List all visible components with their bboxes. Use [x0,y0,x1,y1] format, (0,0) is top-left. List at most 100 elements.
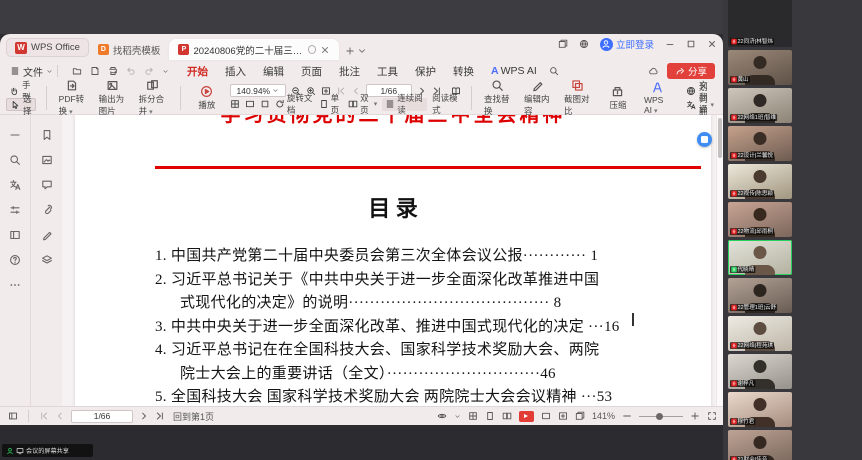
presentation-play-button[interactable] [519,411,534,422]
single-page-button[interactable]: 单页 [319,92,343,116]
tab-list-chevron-icon[interactable] [357,46,367,56]
split-merge-button[interactable]: 拆分合并 ▾ [136,83,170,112]
bookmark-icon[interactable] [41,129,53,141]
page-indicator[interactable]: 1/66 [71,410,133,423]
menu-item-3[interactable]: 页面 [301,64,322,79]
save-icon[interactable] [90,66,100,76]
find-replace-button[interactable]: 查找替换 [481,83,515,112]
print-icon[interactable] [108,66,118,76]
login-button[interactable]: 立即登录 [600,37,654,51]
participant-tile[interactable]: 代晓晴 [728,240,792,275]
participant-tile[interactable]: 22网络|程苑琪 [728,316,792,351]
assistant-fab-button[interactable] [697,132,712,147]
double-page-button[interactable]: 双页▾ [348,92,377,116]
menu-item-2[interactable]: 编辑 [263,64,284,79]
document-canvas[interactable]: 学习贯彻党的二十届三中全会精神 目 录 1. 中国共产党第二十届中央委员会第三次… [62,115,723,406]
screen-share-indicator[interactable]: 会议的屏幕共享 [2,444,93,457]
menu-item-6[interactable]: 保护 [415,64,436,79]
minimize-icon[interactable] [665,39,675,49]
read-mode-button[interactable]: 阅读模式 [432,92,461,116]
document-page[interactable]: 学习贯彻党的二十届三中全会精神 目 录 1. 中国共产党第二十届中央委员会第三次… [75,115,711,406]
participant-tile[interactable]: 穆竹君 [728,392,792,427]
participant-tile[interactable]: 谢梓凡 [728,354,792,389]
quick-access-chevron-icon[interactable] [162,68,169,75]
vertical-scrollbar[interactable] [716,115,723,406]
screenshot-compare-button[interactable]: 截图对比 [561,83,595,112]
export-image-button[interactable]: 输出为图片 [96,83,130,112]
translate-icon[interactable] [9,179,21,191]
participant-tile[interactable]: 22管理1班|云舒 [728,278,792,313]
cloud-sync-icon[interactable] [648,66,658,76]
select-tool-button[interactable]: 选择 [6,98,36,111]
search-menu-icon[interactable] [549,66,559,76]
search-icon[interactable] [9,154,21,166]
double-page-icon[interactable] [502,411,512,421]
participant-tile[interactable]: 22同济|林智炜 [728,12,792,47]
first-page-icon[interactable] [39,411,49,421]
fit-page-icon[interactable] [468,411,478,421]
back-to-first-link[interactable]: 回到第1页 [173,410,214,423]
fit-width-icon[interactable] [541,411,551,421]
participant-tile[interactable]: 22物流|邱雨桐 [728,202,792,237]
eye-protect-icon[interactable] [437,411,447,421]
more-icon[interactable] [9,279,21,291]
participant-tile[interactable]: 黄山 [728,50,792,85]
actual-size-icon[interactable] [260,99,270,109]
fit-width-icon[interactable] [245,99,255,109]
new-tab-icon[interactable] [345,46,355,56]
pdf-convert-button[interactable]: PDF转换 ▾ [56,83,90,112]
fit-window-icon[interactable] [558,411,568,421]
settings-icon[interactable] [9,204,21,216]
open-file-icon[interactable] [72,66,82,76]
annotate-icon[interactable] [41,229,53,241]
menu-item-1[interactable]: 插入 [225,64,246,79]
toggle-sidebar-icon[interactable] [8,411,18,421]
participant-tile[interactable]: 21财会|佳音 [728,430,792,460]
fullscreen-icon[interactable] [707,411,717,421]
continuous-read-button[interactable]: 连续阅读 [382,98,427,111]
next-page-icon[interactable] [139,411,149,421]
last-page-icon[interactable] [155,411,165,421]
tab-document[interactable]: P 20240806党的二十届三中全 [169,39,339,60]
menu-item-8[interactable]: AWPS AI [491,65,537,77]
maximize-icon[interactable] [686,39,696,49]
single-page-icon[interactable] [485,411,495,421]
zoom-slider[interactable] [639,416,683,417]
layers-icon[interactable] [41,254,53,266]
close-tab-icon[interactable] [320,45,330,55]
prev-page-icon[interactable] [55,411,65,421]
fit-page-icon[interactable] [230,99,240,109]
compress-button[interactable]: 压缩 [601,83,635,112]
zoom-out-icon[interactable] [622,411,632,421]
home-tab[interactable]: W WPS Office [6,38,89,57]
collapse-icon[interactable] [9,129,21,141]
play-button[interactable]: 播放 [190,83,224,112]
participant-tile[interactable]: 22网络1班|智维 [728,88,792,123]
wps-ai-button[interactable]: WPS AI ▾ [641,83,675,112]
workspace-icon[interactable] [558,39,568,49]
word-translate-button[interactable]: 划词翻译▾ [683,98,717,111]
multi-view-icon[interactable] [575,411,585,421]
close-window-icon[interactable] [707,39,717,49]
participant-tile[interactable]: 22设计|兰馨悦 [728,126,792,161]
scrollbar-thumb[interactable] [718,118,722,158]
thumbnail-icon[interactable] [41,154,53,166]
comment-icon[interactable] [41,179,53,191]
zoom-slider-handle[interactable] [656,413,663,420]
menu-item-7[interactable]: 转换 [453,64,474,79]
rotate-button[interactable]: 旋转文档 [275,92,314,116]
menu-item-4[interactable]: 批注 [339,64,360,79]
participant-tile[interactable]: 22视传|陈思颖 [728,164,792,199]
network-icon[interactable] [579,39,589,49]
menu-item-5[interactable]: 工具 [377,64,398,79]
attachment-icon[interactable] [41,204,53,216]
eye-chevron-icon[interactable] [454,413,461,420]
file-menu[interactable]: 文件 [10,64,53,79]
redo-icon[interactable] [144,66,154,76]
share-button[interactable]: 分享 [667,63,715,79]
help-icon[interactable] [9,254,21,266]
tab-docer-template[interactable]: D 找稻壳模板 [89,39,170,60]
zoom-in-icon[interactable] [690,411,700,421]
menu-item-0[interactable]: 开始 [187,64,208,79]
undo-icon[interactable] [126,66,136,76]
